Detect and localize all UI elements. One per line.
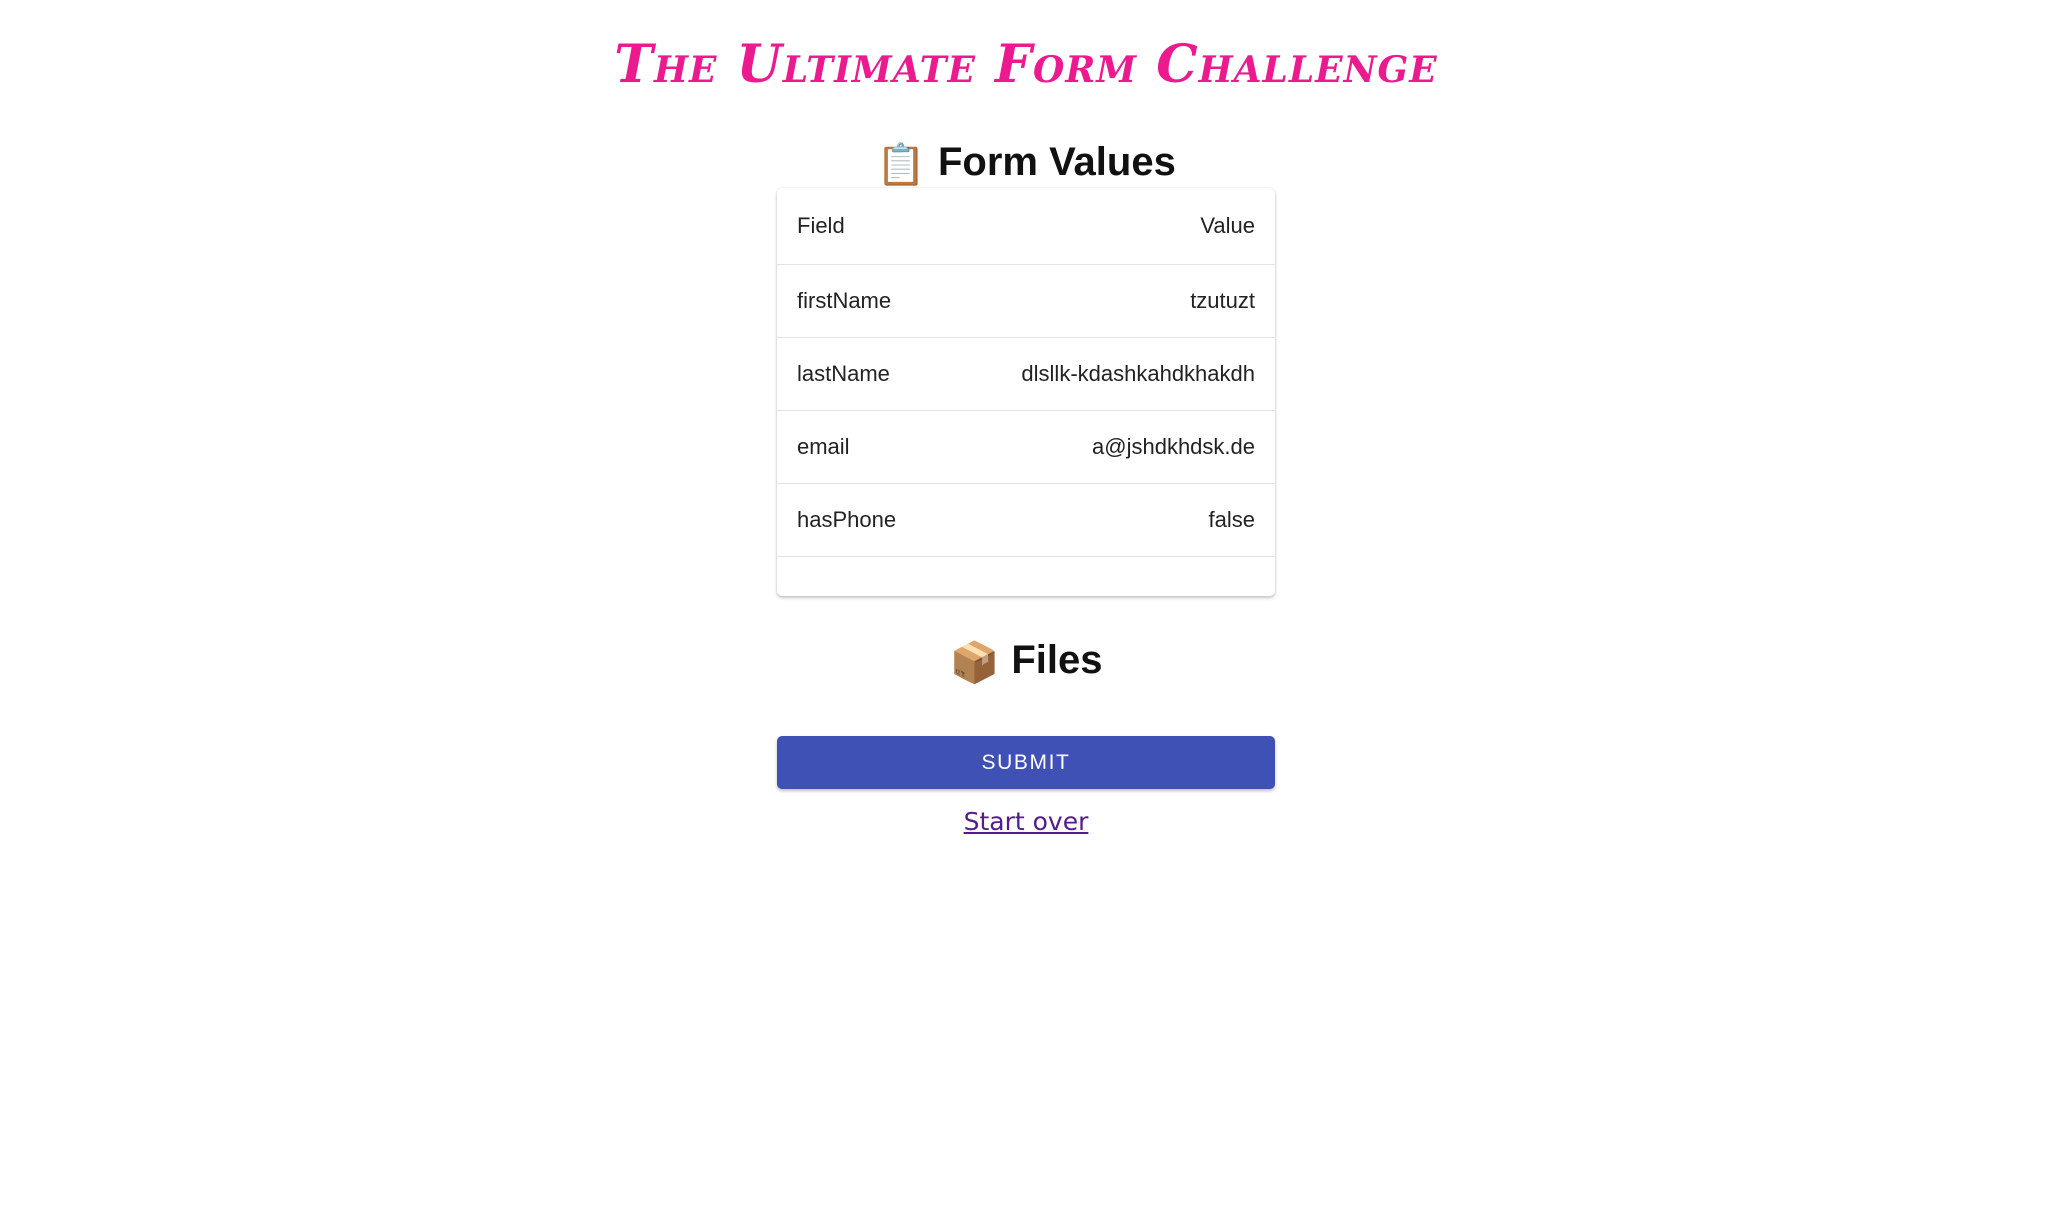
table-row: lastName dlsllk-kdashkahdkhakdh bbox=[777, 337, 1275, 411]
field-name-cell: firstName bbox=[777, 264, 945, 338]
start-over-container: Start over bbox=[0, 804, 2052, 840]
form-values-heading-label: Form Values bbox=[937, 140, 1176, 184]
form-values-heading: 📋 Form Values bbox=[0, 138, 2052, 189]
table-row: firstName tzutuzt bbox=[777, 264, 1275, 338]
column-header-value: Value bbox=[944, 188, 1275, 265]
files-heading: 📦 Files bbox=[0, 636, 2052, 687]
table-row: email a@jshdkhdsk.de bbox=[777, 410, 1275, 484]
field-value-cell: dlsllk-kdashkahdkhakdh bbox=[944, 337, 1275, 411]
clipboard-icon: 📋 bbox=[876, 143, 926, 187]
start-over-link[interactable]: Start over bbox=[964, 807, 1089, 836]
form-values-table: Field Value firstName tzutuzt lastName d… bbox=[777, 188, 1275, 593]
field-value-cell: a@jshdkhdsk.de bbox=[944, 410, 1275, 484]
form-values-card: Field Value firstName tzutuzt lastName d… bbox=[777, 188, 1275, 596]
column-header-field: Field bbox=[777, 188, 945, 265]
app-title: The Ultimate Form Challenge bbox=[614, 34, 1438, 95]
files-heading-label: Files bbox=[1011, 638, 1103, 682]
field-name-cell: email bbox=[777, 410, 945, 484]
page: The Ultimate Form Challenge 📋 Form Values… bbox=[0, 0, 2052, 1205]
package-icon: 📦 bbox=[949, 641, 1000, 685]
submit-button[interactable]: Submit bbox=[777, 736, 1275, 789]
table-header-row: Field Value bbox=[777, 188, 1275, 265]
field-name-cell: lastName bbox=[777, 337, 945, 411]
table-row: hasPhone false bbox=[777, 483, 1275, 557]
field-value-cell: tzutuzt bbox=[944, 264, 1275, 338]
table-footer-cell bbox=[777, 556, 1275, 593]
table-footer-row bbox=[777, 556, 1275, 593]
field-value-cell: false bbox=[944, 483, 1275, 557]
field-name-cell: hasPhone bbox=[777, 483, 945, 557]
